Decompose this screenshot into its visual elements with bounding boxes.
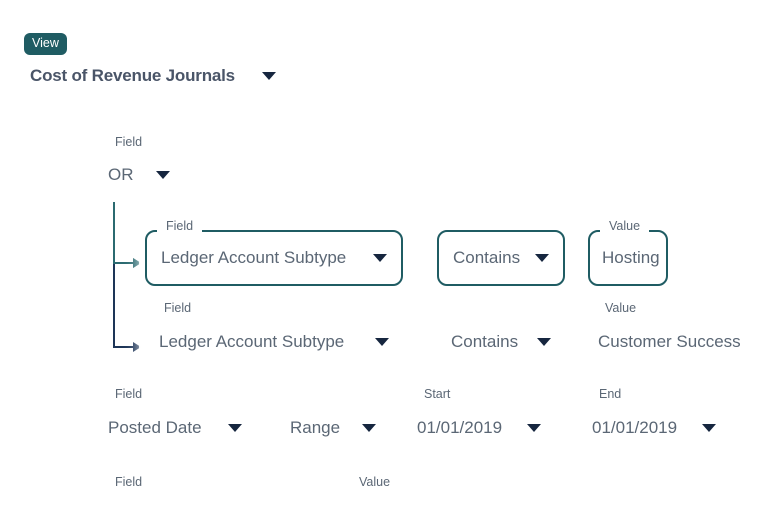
bottom-rule-field-node[interactable]: Field bbox=[96, 471, 214, 507]
connector-elbow-branch-1-overlay bbox=[113, 262, 135, 264]
date-rule-end-node[interactable]: End 01/01/2019 bbox=[580, 383, 728, 456]
rule-1-field-tab-label: Field bbox=[157, 215, 203, 239]
view-name-label: Cost of Revenue Journals bbox=[30, 66, 235, 85]
date-rule-operator-node[interactable]: Range bbox=[278, 400, 388, 456]
view-badge: View bbox=[24, 33, 67, 55]
rule-1-operator-node[interactable]: Contains bbox=[437, 230, 565, 286]
rule-2-value-text: Customer Success bbox=[598, 332, 741, 351]
operator-node-tab-label: Field bbox=[106, 131, 152, 155]
connector-elbow-branch-2 bbox=[113, 346, 135, 348]
rule-1-field-node[interactable]: Field Ledger Account Subtype bbox=[145, 215, 403, 286]
logical-operator-node[interactable]: Field OR bbox=[96, 131, 182, 202]
chevron-down-icon[interactable] bbox=[702, 424, 716, 432]
chevron-down-icon[interactable] bbox=[228, 424, 242, 432]
rule-1-operator-value: Contains bbox=[453, 248, 521, 267]
bottom-rule-value-node[interactable]: Value bbox=[340, 471, 468, 507]
date-rule-start-node[interactable]: Start 01/01/2019 bbox=[405, 383, 553, 456]
filter-builder-canvas: View Cost of Revenue Journals Field OR F… bbox=[0, 0, 763, 507]
date-rule-field-tab-label: Field bbox=[106, 383, 152, 407]
chevron-down-icon[interactable] bbox=[375, 338, 389, 346]
bottom-rule-field-tab-label: Field bbox=[106, 471, 152, 495]
chevron-down-icon[interactable] bbox=[527, 424, 541, 432]
bottom-rule-value-tab-label: Value bbox=[350, 471, 400, 495]
date-rule-field-value: Posted Date bbox=[108, 418, 202, 437]
chevron-down-icon[interactable] bbox=[537, 338, 551, 346]
date-rule-field-node[interactable]: Field Posted Date bbox=[96, 383, 254, 456]
rule-2-value-node[interactable]: Value Customer Success bbox=[586, 297, 754, 370]
rule-2-field-value: Ledger Account Subtype bbox=[159, 332, 345, 351]
rule-1-value-tab-label: Value bbox=[600, 215, 650, 239]
chevron-down-icon[interactable] bbox=[262, 72, 276, 80]
connector-trunk-branch-1-overlay bbox=[113, 202, 115, 264]
chevron-down-icon[interactable] bbox=[373, 254, 387, 262]
rule-1-field-value: Ledger Account Subtype bbox=[161, 248, 347, 267]
logical-operator-value: OR bbox=[108, 165, 134, 184]
date-rule-start-value: 01/01/2019 bbox=[417, 418, 503, 437]
chevron-down-icon[interactable] bbox=[535, 254, 549, 262]
chevron-down-icon[interactable] bbox=[156, 171, 170, 179]
rule-1-value-node[interactable]: Value Hosting bbox=[588, 215, 668, 286]
date-rule-start-tab-label: Start bbox=[415, 383, 460, 407]
date-rule-end-value: 01/01/2019 bbox=[592, 418, 678, 437]
rule-2-field-node[interactable]: Field Ledger Account Subtype bbox=[145, 297, 403, 370]
rule-2-value-tab-label: Value bbox=[596, 297, 646, 321]
date-rule-end-tab-label: End bbox=[590, 383, 631, 407]
connector-arrow-branch-2 bbox=[133, 342, 141, 352]
rule-1-value-text: Hosting bbox=[602, 248, 660, 267]
connector-arrow-branch-1-overlay bbox=[133, 258, 141, 268]
view-node[interactable]: View Cost of Revenue Journals bbox=[16, 33, 290, 104]
rule-2-operator-node[interactable]: Contains bbox=[437, 314, 565, 370]
date-rule-operator-value: Range bbox=[290, 418, 341, 437]
chevron-down-icon[interactable] bbox=[362, 424, 376, 432]
rule-2-operator-value: Contains bbox=[451, 332, 519, 351]
rule-2-field-tab-label: Field bbox=[155, 297, 201, 321]
bottom-rule-operator-node[interactable] bbox=[233, 488, 321, 507]
